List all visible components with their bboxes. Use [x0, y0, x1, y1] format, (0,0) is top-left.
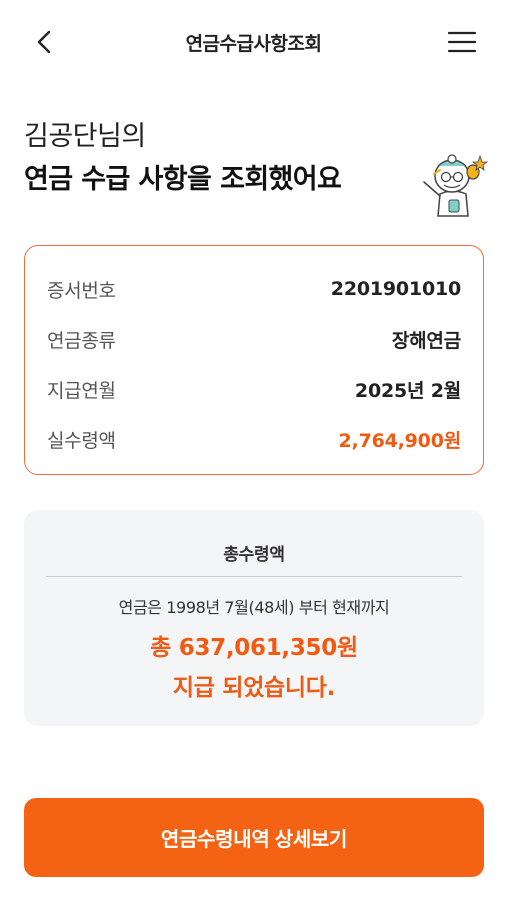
info-row-payment-month: 지급연월 2025년 2월 — [47, 364, 461, 414]
pension-type-label: 연금종류 — [47, 329, 116, 352]
greeting: 김공단님의 연금 수급 사항을 조회했어요 — [24, 118, 424, 200]
app-header: 연금수급사항조회 — [0, 0, 507, 84]
chevron-left-icon — [37, 30, 51, 54]
net-amount-value: 2,764,900원 — [338, 429, 462, 452]
hamburger-menu-icon — [447, 31, 477, 53]
greeting-message: 연금 수급 사항을 조회했어요 — [24, 164, 342, 195]
app-screen: 연금수급사항조회 김공단님의 연금 수급 사항을 조회했어요 증서번호 2201… — [0, 0, 507, 900]
back-button[interactable] — [28, 26, 60, 58]
total-suffix: 지급 되었습니다. — [172, 675, 336, 701]
menu-button[interactable] — [445, 26, 479, 58]
divider — [46, 576, 462, 577]
view-details-label: 연금수령내역 상세보기 — [160, 829, 348, 851]
info-row-certificate: 증서번호 2201901010 — [47, 264, 461, 314]
total-title: 총수령액 — [223, 545, 285, 565]
pension-info-card: 증서번호 2201901010 연금종류 장해연금 지급연월 2025년 2월 … — [24, 245, 484, 475]
info-row-pension-type: 연금종류 장해연금 — [47, 314, 461, 364]
payment-month-label: 지급연월 — [47, 379, 116, 402]
net-amount-label: 실수령액 — [47, 429, 116, 452]
mascot-doctor-icon — [423, 154, 488, 217]
page-title: 연금수급사항조회 — [185, 32, 322, 55]
certificate-number-value: 2201901010 — [330, 278, 461, 300]
pension-type-value: 장해연금 — [391, 329, 461, 352]
view-details-button[interactable]: 연금수령내역 상세보기 — [24, 798, 484, 877]
total-received-box: 총수령액 연금은 1998년 7월(48세) 부터 현재까지 총 637,061… — [24, 510, 484, 726]
greeting-name: 김공단님의 — [24, 121, 146, 152]
payment-month-value: 2025년 2월 — [354, 379, 461, 402]
certificate-number-label: 증서번호 — [47, 279, 116, 302]
total-description: 연금은 1998년 7월(48세) 부터 현재까지 — [118, 598, 390, 617]
info-row-net-amount: 실수령액 2,764,900원 — [47, 414, 461, 464]
total-amount: 총 637,061,350원 — [150, 635, 358, 661]
